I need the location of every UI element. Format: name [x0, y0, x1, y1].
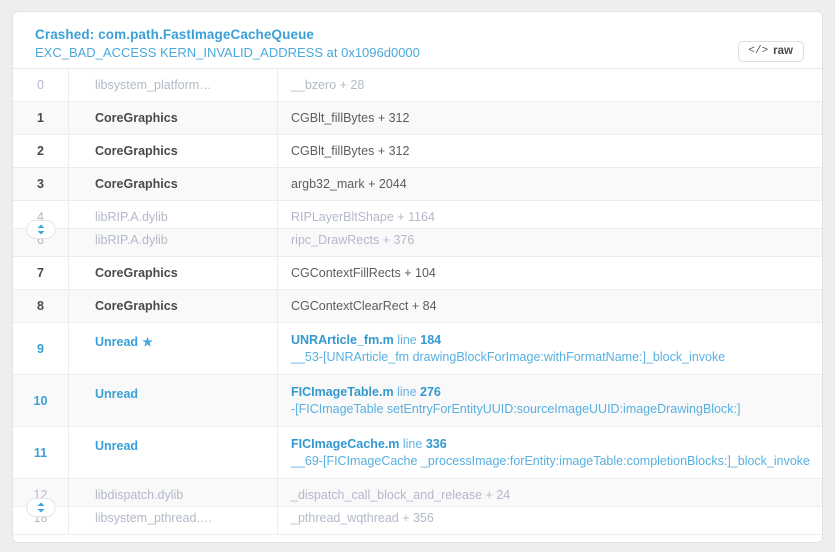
- frame-library: CoreGraphics: [68, 256, 278, 290]
- table-row[interactable]: 6 libRIP.A.dylib ripc_DrawRects + 376: [13, 228, 822, 257]
- frame-symbol: -[FICImageTable setEntryForEntityUUID:so…: [291, 402, 741, 416]
- frame-index: 3: [13, 167, 69, 201]
- frame-library: CoreGraphics: [68, 134, 278, 168]
- table-row[interactable]: 10 Unread FICImageTable.m line 276 -[FIC…: [13, 374, 823, 427]
- frame-symbol: __53-[UNRArticle_fm drawingBlockForImage…: [291, 350, 726, 364]
- source-file-name: UNRArticle_fm.m: [291, 333, 394, 347]
- source-file-name: FICImageCache.m: [291, 437, 400, 451]
- frame-index: 7: [13, 256, 69, 290]
- stack-trace-table: 0 libsystem_platform… __bzero + 28 1 Cor…: [13, 69, 822, 535]
- frame-index: 1: [13, 101, 69, 135]
- table-row[interactable]: 0 libsystem_platform… __bzero + 28: [13, 69, 822, 102]
- frame-function: _dispatch_call_block_and_release + 24: [291, 488, 511, 502]
- frame-library: CoreGraphics: [68, 167, 278, 201]
- table-row[interactable]: 9 Unread ★ UNRArticle_fm.m line 184 __53-…: [13, 322, 823, 375]
- table-row[interactable]: 8 CoreGraphics CGContextClearRect + 84: [13, 289, 822, 323]
- frame-index: 4: [13, 200, 69, 239]
- frame-function: RIPLayerBltShape + 1164: [291, 210, 435, 224]
- frame-function: _pthread_wqthread + 356: [291, 511, 434, 525]
- line-label: line: [402, 437, 423, 451]
- expand-collapse-icon[interactable]: [26, 498, 55, 517]
- line-number: 336: [425, 437, 447, 451]
- frame-library: libRIP.A.dylib: [68, 200, 278, 229]
- frame-library: libdispatch.dylib: [68, 478, 278, 507]
- crash-header: Crashed: com.path.FastImageCacheQueue EX…: [13, 12, 822, 69]
- table-row[interactable]: 4 libRIP.A.dylib RIPLayerBltShape + 1164: [13, 200, 822, 239]
- frame-library-label: Unread: [95, 335, 139, 349]
- frame-library: CoreGraphics: [68, 101, 278, 135]
- line-number: 276: [420, 385, 441, 399]
- frame-source-location[interactable]: FICImageTable.m line 276 -[FICImageTable…: [278, 375, 823, 427]
- frame-function: CGBlt_fillBytes + 312: [291, 144, 410, 158]
- frame-function: CGBlt_fillBytes + 312: [291, 111, 410, 125]
- frame-library: libsystem_platform…: [68, 69, 278, 102]
- crash-title: Crashed: com.path.FastImageCacheQueue: [35, 27, 315, 42]
- raw-button-label: raw: [773, 45, 793, 57]
- table-row[interactable]: 12 libdispatch.dylib _dispatch_call_bloc…: [13, 478, 822, 517]
- frame-library: Unread: [68, 426, 278, 479]
- frame-function: CGContextFillRects + 104: [291, 266, 436, 280]
- frame-index: 8: [13, 289, 69, 323]
- frame-library: Unread: [68, 374, 278, 427]
- table-row[interactable]: 7 CoreGraphics CGContextFillRects + 104: [13, 256, 822, 290]
- frame-library: CoreGraphics: [68, 289, 278, 323]
- code-icon: </>: [748, 45, 769, 57]
- star-icon: ★: [142, 335, 153, 349]
- frame-function: __bzero + 28: [291, 78, 365, 92]
- crash-report-card: Crashed: com.path.FastImageCacheQueue EX…: [12, 11, 823, 543]
- frame-index: 11: [13, 426, 69, 479]
- table-row[interactable]: 2 CoreGraphics CGBlt_fillBytes + 312: [13, 134, 822, 168]
- frame-function: argb32_mark + 2044: [291, 177, 407, 191]
- frame-function: CGContextClearRect + 84: [291, 299, 437, 313]
- frame-index: 0: [13, 69, 69, 102]
- table-row[interactable]: 18 libsystem_pthread.… _pthread_wqthread…: [13, 506, 822, 535]
- frame-index: 2: [13, 134, 69, 168]
- source-file-name: FICImageTable.m: [291, 385, 394, 399]
- expand-collapse-icon[interactable]: [26, 220, 55, 239]
- line-label: line: [397, 333, 417, 347]
- frame-library: libsystem_pthread.…: [68, 506, 278, 535]
- frame-index: 9: [13, 322, 69, 375]
- frame-source-location[interactable]: FICImageCache.m line 336 __69-[FICImageC…: [278, 427, 823, 479]
- crash-exception-detail: EXC_BAD_ACCESS KERN_INVALID_ADDRESS at 0…: [35, 45, 420, 60]
- raw-button[interactable]: </> raw: [738, 41, 804, 62]
- line-label: line: [397, 385, 417, 399]
- frame-index: 10: [13, 374, 69, 427]
- frame-source-location[interactable]: UNRArticle_fm.m line 184 __53-[UNRArticl…: [278, 323, 823, 375]
- frame-symbol: __69-[FICImageCache _processImage:forEnt…: [291, 454, 811, 468]
- frame-function: ripc_DrawRects + 376: [291, 233, 415, 247]
- table-row[interactable]: 1 CoreGraphics CGBlt_fillBytes + 312: [13, 101, 822, 135]
- frame-index: 12: [13, 478, 69, 517]
- frame-library: Unread ★: [68, 322, 278, 375]
- table-row[interactable]: 3 CoreGraphics argb32_mark + 2044: [13, 167, 822, 201]
- line-number: 184: [420, 333, 442, 347]
- table-row[interactable]: 11 Unread FICImageCache.m line 336 __69-…: [13, 426, 823, 479]
- frame-library: libRIP.A.dylib: [68, 228, 278, 257]
